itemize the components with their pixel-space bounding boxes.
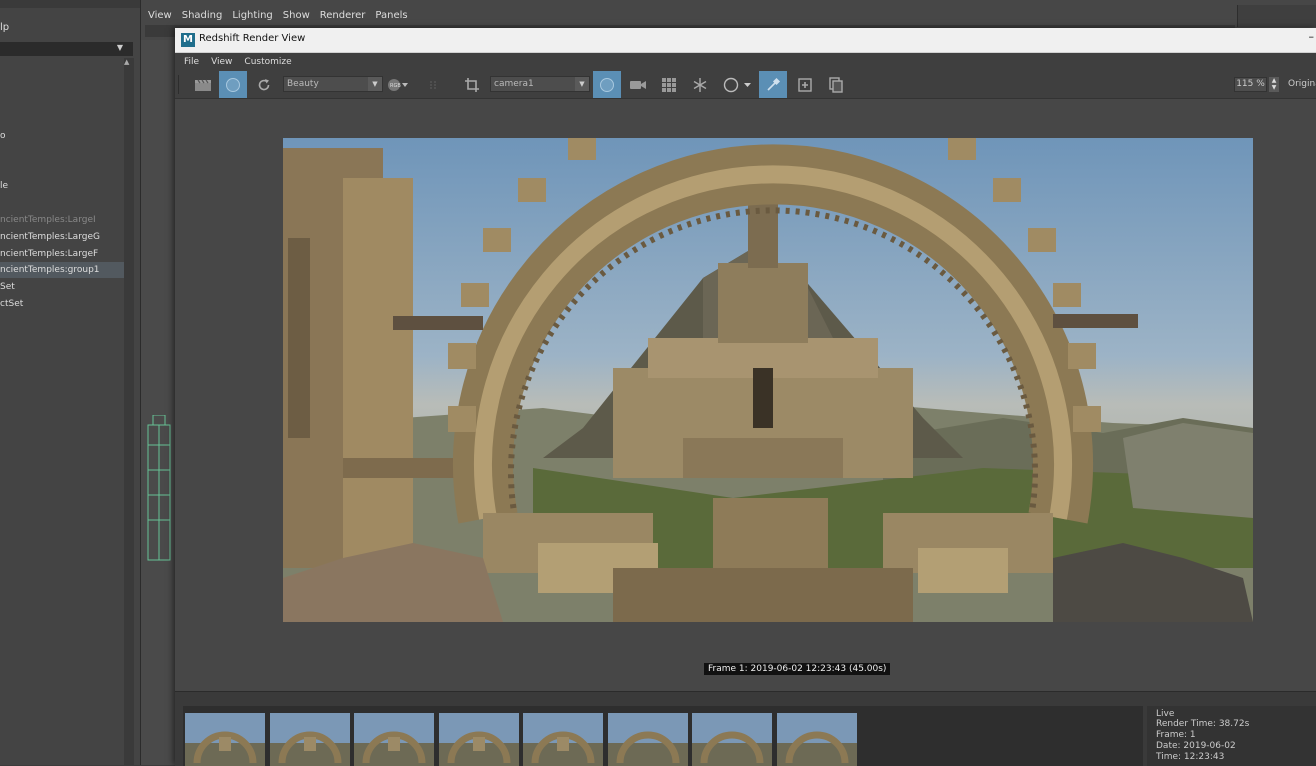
viewport-menu-show[interactable]: Show bbox=[283, 8, 310, 24]
video-camera-icon[interactable] bbox=[624, 71, 652, 98]
zoom-input[interactable]: 115 % bbox=[1234, 77, 1267, 92]
outliner-item[interactable]: ncientTemples:LargeF bbox=[0, 246, 124, 262]
camera-select-value: camera1 bbox=[494, 79, 534, 89]
window-title: Redshift Render View bbox=[199, 33, 306, 44]
svg-text:RGB: RGB bbox=[390, 83, 401, 89]
snapshot-thumbnail-image bbox=[607, 713, 688, 766]
live-stats-panel: Live Render Time: 38.72s Frame: 1 Date: … bbox=[1147, 706, 1316, 766]
chevron-down-icon: ▼ bbox=[116, 43, 123, 52]
viewport-menu-view[interactable]: View bbox=[148, 8, 172, 24]
frame-stat: Frame: 1 bbox=[1156, 730, 1196, 740]
render-view-toolbar: Beauty ▼ RGB camera1 ▼ 115 % ▲ ▼ Origin bbox=[175, 71, 1316, 99]
viewport-left-strip bbox=[141, 40, 175, 765]
chevron-down-icon: ▼ bbox=[368, 77, 382, 91]
snapshot-thumbnail[interactable] bbox=[607, 713, 688, 766]
snapshot-thumbnail[interactable] bbox=[354, 713, 434, 766]
snapshot-thumbnail-image bbox=[185, 713, 265, 766]
aov-select[interactable]: Beauty ▼ bbox=[283, 76, 383, 92]
outliner-scrollbar[interactable] bbox=[124, 58, 134, 765]
render-canvas[interactable]: Frame 1: 2019-06-02 12:23:43 (45.00s) bbox=[175, 99, 1316, 691]
aov-select-value: Beauty bbox=[287, 79, 319, 89]
maya-logo-icon: M bbox=[181, 33, 195, 47]
outliner-item[interactable]: ctSet bbox=[0, 296, 124, 312]
viewport-menu-bar: View Shading Lighting Show Renderer Panels bbox=[148, 8, 408, 24]
start-render-button[interactable] bbox=[219, 71, 247, 98]
redshift-render-view-window: M Redshift Render View – File View Customi… bbox=[175, 28, 1316, 766]
snapshot-thumbnail-image bbox=[776, 713, 857, 766]
snapshot-thumbnail[interactable] bbox=[776, 713, 857, 766]
ipr-active-button[interactable] bbox=[593, 71, 621, 98]
snapshot-thumbnail[interactable] bbox=[438, 713, 519, 766]
outliner-item[interactable]: o bbox=[0, 128, 124, 144]
outliner-item[interactable]: ncientTemples:LargeG bbox=[0, 229, 124, 245]
pin-active-button[interactable] bbox=[759, 71, 787, 98]
snapshot-thumbnail-image bbox=[354, 713, 434, 766]
rendered-image bbox=[283, 138, 1253, 622]
clapper-icon[interactable] bbox=[189, 71, 217, 98]
outliner-item[interactable]: ncientTemples:group1 bbox=[0, 262, 124, 278]
chevron-down-icon: ▼ bbox=[575, 77, 589, 91]
snapshot-thumbnail-image bbox=[692, 713, 772, 766]
outliner-item[interactable]: ncientTemples:LargeI bbox=[0, 212, 124, 228]
snapshot-thumbnail[interactable] bbox=[692, 713, 772, 766]
snowflake-freeze-icon[interactable] bbox=[686, 71, 714, 98]
snapshot-thumbnail-image bbox=[523, 713, 603, 766]
viewport-menu-renderer[interactable]: Renderer bbox=[320, 8, 366, 24]
snapshot-thumbnail-image bbox=[269, 713, 350, 766]
zoom-spinner-icon[interactable]: ▲ ▼ bbox=[1269, 77, 1279, 92]
copy-snapshot-icon[interactable] bbox=[822, 71, 850, 98]
viewport-corner-panel bbox=[1237, 5, 1316, 27]
display-mode-icon[interactable]: RGB bbox=[385, 71, 411, 98]
minimize-icon[interactable]: – bbox=[1309, 30, 1315, 43]
snapshot-thumbnail-image bbox=[438, 713, 519, 766]
window-title-bar[interactable]: M Redshift Render View – bbox=[175, 28, 1316, 53]
time-stat: Time: 12:23:43 bbox=[1156, 752, 1225, 762]
outliner-item[interactable]: Set bbox=[0, 279, 124, 295]
render-time-stat: Render Time: 38.72s bbox=[1156, 719, 1250, 729]
menu-view[interactable]: View bbox=[211, 53, 232, 71]
frame-info-label: Frame 1: 2019-06-02 12:23:43 (45.00s) bbox=[704, 663, 891, 675]
toolbar-grip bbox=[178, 75, 179, 94]
grid-buckets-icon[interactable] bbox=[655, 71, 683, 98]
menu-customize[interactable]: Customize bbox=[244, 53, 291, 71]
viewport-menu-panels[interactable]: Panels bbox=[375, 8, 407, 24]
circle-menu-icon[interactable] bbox=[718, 71, 758, 98]
add-snapshot-icon[interactable] bbox=[791, 71, 819, 98]
scroll-up-arrow-icon[interactable]: ▲ bbox=[124, 58, 129, 66]
refresh-icon[interactable] bbox=[250, 71, 278, 98]
viewport-menu-lighting[interactable]: Lighting bbox=[232, 8, 272, 24]
snapshot-panel: Live Render Time: 38.72s Frame: 1 Date: … bbox=[175, 691, 1316, 766]
snapshot-strip bbox=[183, 706, 1143, 766]
crop-region-icon[interactable] bbox=[458, 71, 486, 98]
date-stat: Date: 2019-06-02 bbox=[1156, 741, 1236, 751]
original-size-label[interactable]: Original bbox=[1288, 77, 1316, 92]
outliner-filter-dropdown[interactable]: ▼ bbox=[0, 42, 133, 56]
viewport-menu-shading[interactable]: Shading bbox=[182, 8, 223, 24]
live-title: Live bbox=[1156, 709, 1175, 719]
snapshot-thumbnail[interactable] bbox=[185, 713, 265, 766]
snapshot-thumbnail[interactable] bbox=[269, 713, 350, 766]
snapshot-thumbnail[interactable] bbox=[523, 713, 603, 766]
outliner-item[interactable]: le bbox=[0, 178, 124, 194]
camera-select[interactable]: camera1 ▼ bbox=[490, 76, 590, 92]
render-view-menu-bar: File View Customize bbox=[175, 53, 1316, 71]
outliner-top-bar bbox=[0, 0, 140, 8]
outliner-panel: lp ▼ ▲ o le ncientTemples:LargeI ncientTemp… bbox=[0, 0, 141, 765]
wireframe-tower-preview bbox=[147, 415, 171, 561]
grip-dots-icon bbox=[427, 71, 439, 98]
menu-file[interactable]: File bbox=[184, 53, 199, 71]
rendered-temple-scene bbox=[283, 138, 1253, 622]
help-menu-label[interactable]: lp bbox=[0, 22, 9, 33]
